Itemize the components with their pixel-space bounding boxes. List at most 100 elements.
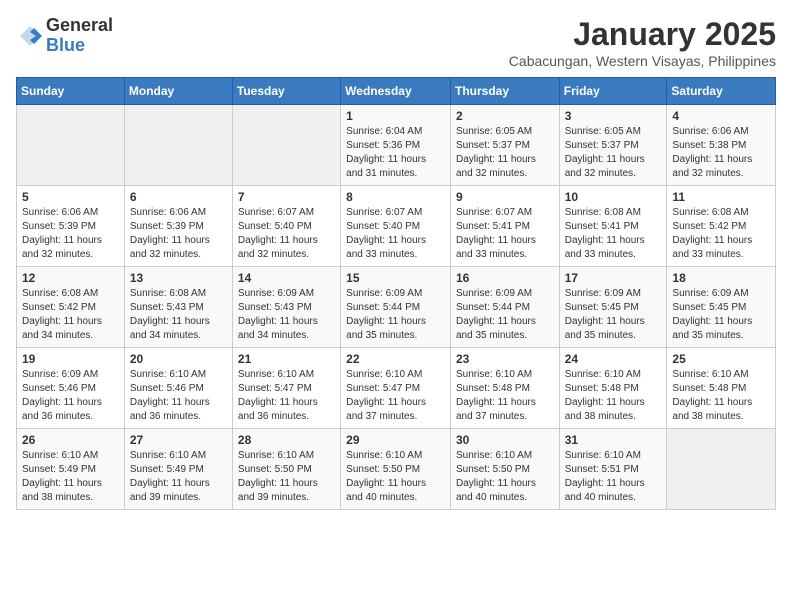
- header-monday: Monday: [124, 78, 232, 105]
- table-row: 19Sunrise: 6:09 AM Sunset: 5:46 PM Dayli…: [17, 348, 125, 429]
- header-thursday: Thursday: [450, 78, 559, 105]
- table-row: 7 Sunrise: 6:07 AM Sunset: 5:40 PM Daylig…: [232, 186, 340, 267]
- day-info: Sunrise: 6:08 AM Sunset: 5:43 PM Dayligh…: [130, 287, 227, 343]
- day-info: Sunrise: 6:07 AM Sunset: 5:40 PM Dayligh…: [346, 206, 445, 262]
- day-info: Sunrise: 6:08 AM Sunset: 5:42 PM Dayligh…: [22, 287, 119, 343]
- day-number: 2: [456, 109, 554, 123]
- table-row: 29Sunrise: 6:10 AM Sunset: 5:50 PM Dayli…: [341, 429, 451, 510]
- logo-general: General: [46, 16, 113, 36]
- page-header: General Blue January 2025 Cabacungan, We…: [16, 16, 776, 69]
- day-number: 15: [346, 271, 445, 285]
- day-number: 24: [565, 352, 662, 366]
- logo-blue: Blue: [46, 36, 113, 56]
- table-row: 20 Sunrise: 6:10 AM Sunset: 5:46 PM Dayli…: [124, 348, 232, 429]
- day-info: Sunrise: 6:10 AM Sunset: 5:47 PM Dayligh…: [238, 368, 335, 424]
- day-number: 23: [456, 352, 554, 366]
- calendar-table: Sunday Monday Tuesday Wednesday Thursday…: [16, 77, 776, 510]
- day-info: Sunrise: 6:10 AM Sunset: 5:48 PM Dayligh…: [565, 368, 662, 424]
- day-info: Sunrise: 6:08 AM Sunset: 5:42 PM Dayligh…: [672, 206, 770, 262]
- table-row: 30 Sunrise: 6:10 AM Sunset: 5:50 PM Dayli…: [450, 429, 559, 510]
- day-number: 13: [130, 271, 227, 285]
- logo-icon: [16, 22, 44, 50]
- day-number: 5: [22, 190, 119, 204]
- title-location: Cabacungan, Western Visayas, Philippines: [509, 53, 776, 69]
- day-number: 3: [565, 109, 662, 123]
- table-row: 13 Sunrise: 6:08 AM Sunset: 5:43 PM Dayli…: [124, 267, 232, 348]
- day-number: 17: [565, 271, 662, 285]
- day-info: Sunrise: 6:10 AM Sunset: 5:47 PM Dayligh…: [346, 368, 445, 424]
- weekday-header-row: Sunday Monday Tuesday Wednesday Thursday…: [17, 78, 776, 105]
- day-number: 12: [22, 271, 119, 285]
- table-row: 23 Sunrise: 6:10 AM Sunset: 5:48 PM Dayli…: [450, 348, 559, 429]
- table-row: 22 Sunrise: 6:10 AM Sunset: 5:47 PM Dayli…: [341, 348, 451, 429]
- day-info: Sunrise: 6:06 AM Sunset: 5:38 PM Dayligh…: [672, 125, 770, 181]
- day-info: Sunrise: 6:10 AM Sunset: 5:49 PM Dayligh…: [130, 449, 227, 505]
- day-number: 20: [130, 352, 227, 366]
- logo-text: General Blue: [46, 16, 113, 56]
- table-row: 9 Sunrise: 6:07 AM Sunset: 5:41 PM Daylig…: [450, 186, 559, 267]
- day-info: Sunrise: 6:10 AM Sunset: 5:46 PM Dayligh…: [130, 368, 227, 424]
- table-row: 10Sunrise: 6:08 AM Sunset: 5:41 PM Dayli…: [559, 186, 667, 267]
- table-row: 11Sunrise: 6:08 AM Sunset: 5:42 PM Dayli…: [667, 186, 776, 267]
- day-number: 21: [238, 352, 335, 366]
- day-info: Sunrise: 6:10 AM Sunset: 5:49 PM Dayligh…: [22, 449, 119, 505]
- table-row: 6Sunrise: 6:06 AM Sunset: 5:39 PM Daylig…: [124, 186, 232, 267]
- day-number: 25: [672, 352, 770, 366]
- table-row: 21 Sunrise: 6:10 AM Sunset: 5:47 PM Dayli…: [232, 348, 340, 429]
- table-row: [17, 105, 125, 186]
- calendar-week-row: 12 Sunrise: 6:08 AM Sunset: 5:42 PM Dayli…: [17, 267, 776, 348]
- day-number: 29: [346, 433, 445, 447]
- day-number: 22: [346, 352, 445, 366]
- day-number: 7: [238, 190, 335, 204]
- day-number: 10: [565, 190, 662, 204]
- table-row: 17Sunrise: 6:09 AM Sunset: 5:45 PM Dayli…: [559, 267, 667, 348]
- day-number: 16: [456, 271, 554, 285]
- header-saturday: Saturday: [667, 78, 776, 105]
- table-row: 2 Sunrise: 6:05 AM Sunset: 5:37 PM Daylig…: [450, 105, 559, 186]
- header-wednesday: Wednesday: [341, 78, 451, 105]
- day-number: 4: [672, 109, 770, 123]
- day-info: Sunrise: 6:10 AM Sunset: 5:48 PM Dayligh…: [456, 368, 554, 424]
- table-row: 27 Sunrise: 6:10 AM Sunset: 5:49 PM Dayli…: [124, 429, 232, 510]
- table-row: [232, 105, 340, 186]
- day-number: 1: [346, 109, 445, 123]
- table-row: [667, 429, 776, 510]
- day-number: 26: [22, 433, 119, 447]
- day-info: Sunrise: 6:10 AM Sunset: 5:50 PM Dayligh…: [238, 449, 335, 505]
- day-info: Sunrise: 6:04 AM Sunset: 5:36 PM Dayligh…: [346, 125, 445, 181]
- day-info: Sunrise: 6:06 AM Sunset: 5:39 PM Dayligh…: [130, 206, 227, 262]
- table-row: 4 Sunrise: 6:06 AM Sunset: 5:38 PM Daylig…: [667, 105, 776, 186]
- day-info: Sunrise: 6:10 AM Sunset: 5:50 PM Dayligh…: [456, 449, 554, 505]
- day-number: 30: [456, 433, 554, 447]
- day-info: Sunrise: 6:09 AM Sunset: 5:46 PM Dayligh…: [22, 368, 119, 424]
- day-info: Sunrise: 6:09 AM Sunset: 5:44 PM Dayligh…: [346, 287, 445, 343]
- table-row: 28Sunrise: 6:10 AM Sunset: 5:50 PM Dayli…: [232, 429, 340, 510]
- day-number: 8: [346, 190, 445, 204]
- calendar-week-row: 5 Sunrise: 6:06 AM Sunset: 5:39 PM Daylig…: [17, 186, 776, 267]
- title-month: January 2025: [509, 16, 776, 53]
- day-info: Sunrise: 6:09 AM Sunset: 5:44 PM Dayligh…: [456, 287, 554, 343]
- day-info: Sunrise: 6:05 AM Sunset: 5:37 PM Dayligh…: [456, 125, 554, 181]
- table-row: 3 Sunrise: 6:05 AM Sunset: 5:37 PM Daylig…: [559, 105, 667, 186]
- day-info: Sunrise: 6:07 AM Sunset: 5:40 PM Dayligh…: [238, 206, 335, 262]
- day-number: 14: [238, 271, 335, 285]
- day-info: Sunrise: 6:10 AM Sunset: 5:48 PM Dayligh…: [672, 368, 770, 424]
- header-friday: Friday: [559, 78, 667, 105]
- table-row: 1 Sunrise: 6:04 AM Sunset: 5:36 PM Daylig…: [341, 105, 451, 186]
- day-info: Sunrise: 6:06 AM Sunset: 5:39 PM Dayligh…: [22, 206, 119, 262]
- day-number: 27: [130, 433, 227, 447]
- day-info: Sunrise: 6:09 AM Sunset: 5:43 PM Dayligh…: [238, 287, 335, 343]
- calendar-week-row: 26 Sunrise: 6:10 AM Sunset: 5:49 PM Dayli…: [17, 429, 776, 510]
- table-row: 5 Sunrise: 6:06 AM Sunset: 5:39 PM Daylig…: [17, 186, 125, 267]
- table-row: [124, 105, 232, 186]
- table-row: 18Sunrise: 6:09 AM Sunset: 5:45 PM Dayli…: [667, 267, 776, 348]
- day-number: 18: [672, 271, 770, 285]
- day-info: Sunrise: 6:10 AM Sunset: 5:51 PM Dayligh…: [565, 449, 662, 505]
- table-row: 24 Sunrise: 6:10 AM Sunset: 5:48 PM Dayli…: [559, 348, 667, 429]
- table-row: 8 Sunrise: 6:07 AM Sunset: 5:40 PM Daylig…: [341, 186, 451, 267]
- table-row: 26 Sunrise: 6:10 AM Sunset: 5:49 PM Dayli…: [17, 429, 125, 510]
- day-info: Sunrise: 6:07 AM Sunset: 5:41 PM Dayligh…: [456, 206, 554, 262]
- table-row: 12 Sunrise: 6:08 AM Sunset: 5:42 PM Dayli…: [17, 267, 125, 348]
- day-number: 9: [456, 190, 554, 204]
- day-info: Sunrise: 6:05 AM Sunset: 5:37 PM Dayligh…: [565, 125, 662, 181]
